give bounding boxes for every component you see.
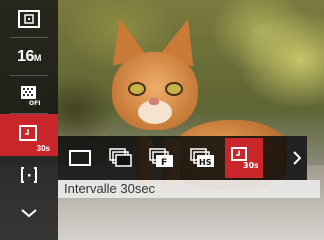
fast-continuous-shot-icon: F (149, 148, 173, 168)
high-speed-continuous-shot-icon: HS (190, 148, 214, 167)
option-continuous[interactable] (102, 138, 140, 178)
option-fast-continuous[interactable]: F (143, 138, 181, 178)
option-description: Intervalle 30sec (58, 180, 320, 198)
interval-value: 30s (36, 144, 50, 153)
image-size-label: 16M (17, 48, 41, 65)
option-interval-30sec[interactable]: 30s (225, 138, 263, 178)
dust-removal-off-icon: OFF (21, 86, 40, 105)
chevron-right-icon (293, 151, 301, 165)
settings-sidebar: 16M OFF 30s (0, 0, 58, 240)
focus-menu-item[interactable] (0, 156, 58, 194)
self-timer-icon (19, 125, 37, 141)
drive-mode-options: F HS 30s (58, 136, 306, 180)
focus-point-icon (21, 167, 37, 183)
svg-text:30s: 30s (243, 161, 258, 170)
metering-menu-item[interactable] (0, 0, 58, 38)
svg-text:OFF: OFF (29, 100, 40, 105)
option-single-shot[interactable] (61, 138, 99, 178)
metering-icon (18, 10, 40, 28)
option-high-speed[interactable]: HS (184, 138, 222, 178)
drive-mode-menu-item[interactable]: 30s (0, 114, 58, 156)
continuous-shot-icon (109, 148, 132, 167)
next-options-button[interactable] (287, 136, 307, 180)
chevron-down-icon (21, 209, 37, 218)
svg-text:HS: HS (199, 158, 212, 167)
scroll-down-button[interactable] (0, 194, 58, 232)
dust-removal-menu-item[interactable]: OFF (0, 76, 58, 114)
single-shot-icon (69, 150, 91, 166)
cat-eye (128, 82, 146, 96)
interval-30sec-icon: 30s (231, 147, 258, 170)
cat-nose (149, 98, 159, 105)
cat-eye (165, 82, 183, 96)
svg-text:F: F (161, 158, 167, 168)
image-size-menu-item[interactable]: 16M (0, 38, 58, 76)
